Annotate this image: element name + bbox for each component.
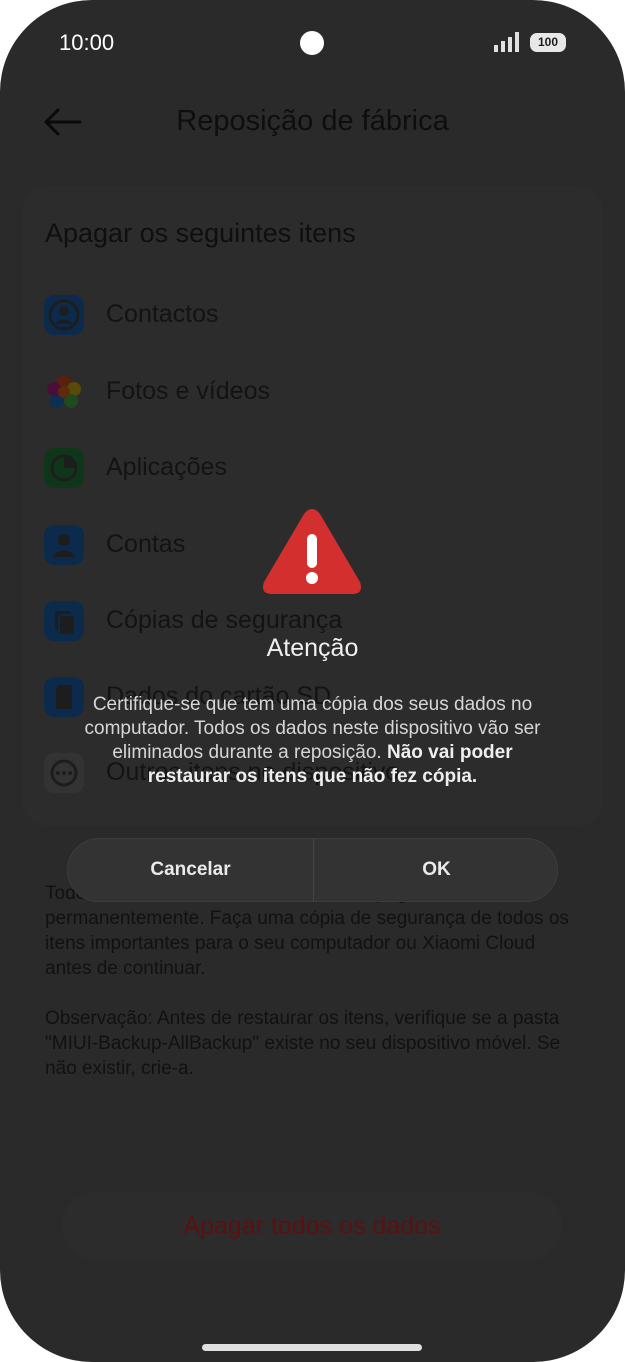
item-label: Cópias de segurança [106, 606, 343, 634]
item-label: Contas [106, 530, 186, 558]
section-title: Apagar os seguintes itens [45, 218, 356, 248]
erase-all-data-button[interactable]: Apagar todos os dados [62, 1192, 562, 1260]
ok-button[interactable]: OK [314, 839, 559, 901]
status-time: 10:00 [59, 30, 115, 55]
page-title: Reposição de fábrica [176, 105, 449, 137]
signal-icon [494, 32, 519, 52]
list-item-contacts: Contactos [44, 295, 564, 337]
contact-icon [44, 295, 84, 335]
phone-screen: 10:00 100 Reposição de fábrica Apagar os… [0, 0, 625, 1362]
dialog-button-bar: Cancelar OK [67, 838, 558, 902]
battery-icon: 100 [530, 33, 566, 52]
list-item-apps: Aplicações [44, 448, 564, 490]
list-item-photos: Fotos e vídeos [44, 372, 564, 414]
warning-icon [263, 509, 361, 594]
home-indicator[interactable] [202, 1344, 422, 1351]
item-label: Fotos e vídeos [106, 377, 270, 405]
account-icon [44, 525, 84, 565]
cancel-button[interactable]: Cancelar [68, 839, 313, 901]
observation-note: Observação: Antes de restaurar os itens,… [45, 1008, 561, 1079]
dialog-message: Certifique-se que tem uma cópia dos seus… [70, 693, 555, 789]
dialog-title: Atenção [266, 634, 359, 662]
apps-icon [44, 448, 84, 488]
item-label: Contactos [106, 300, 219, 328]
photos-icon [47, 375, 81, 408]
front-camera [300, 31, 324, 55]
item-label: Aplicações [106, 453, 227, 481]
